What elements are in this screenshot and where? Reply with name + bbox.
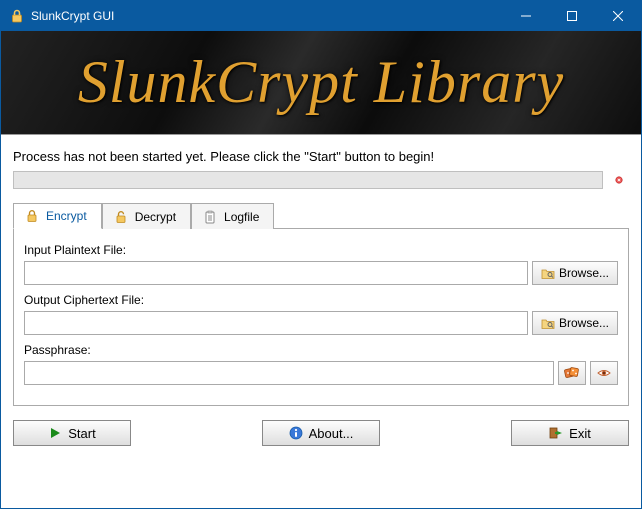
close-window-button[interactable] bbox=[595, 1, 641, 31]
maximize-button[interactable] bbox=[549, 1, 595, 31]
lock-open-icon bbox=[113, 209, 129, 225]
browse-input-label: Browse... bbox=[559, 266, 609, 280]
folder-search-icon bbox=[541, 316, 555, 330]
about-label: About... bbox=[309, 426, 354, 441]
output-file-field[interactable] bbox=[24, 311, 528, 335]
tab-decrypt-label: Decrypt bbox=[135, 210, 176, 224]
eye-icon bbox=[596, 365, 612, 381]
tab-logfile[interactable]: Logfile bbox=[191, 203, 274, 229]
random-passphrase-button[interactable] bbox=[558, 361, 586, 385]
about-button[interactable]: About... bbox=[262, 420, 380, 446]
exit-icon bbox=[549, 426, 563, 440]
output-file-label: Output Ciphertext File: bbox=[24, 293, 618, 307]
progress-bar bbox=[13, 171, 603, 189]
tab-logfile-label: Logfile bbox=[224, 210, 259, 224]
lock-closed-icon bbox=[24, 208, 40, 224]
browse-input-button[interactable]: Browse... bbox=[532, 261, 618, 285]
start-button[interactable]: Start bbox=[13, 420, 131, 446]
tab-decrypt[interactable]: Decrypt bbox=[102, 203, 191, 229]
tabstrip: Encrypt Decrypt Logfile bbox=[13, 202, 629, 228]
dice-icon bbox=[564, 365, 580, 381]
exit-label: Exit bbox=[569, 426, 591, 441]
abort-button[interactable] bbox=[609, 170, 629, 190]
folder-search-icon bbox=[541, 266, 555, 280]
logfile-icon bbox=[202, 209, 218, 225]
window-title: SlunkCrypt GUI bbox=[31, 9, 503, 23]
banner-text: SlunkCrypt Library bbox=[78, 48, 564, 117]
footer: Start About... Exit bbox=[1, 406, 641, 458]
info-icon bbox=[289, 426, 303, 440]
browse-output-button[interactable]: Browse... bbox=[532, 311, 618, 335]
banner: SlunkCrypt Library bbox=[1, 31, 641, 135]
app-icon-lock bbox=[9, 8, 25, 24]
encrypt-panel: Input Plaintext File: Browse... Output C… bbox=[13, 228, 629, 406]
tab-encrypt-label: Encrypt bbox=[46, 209, 87, 223]
start-label: Start bbox=[68, 426, 95, 441]
input-file-label: Input Plaintext File: bbox=[24, 243, 618, 257]
titlebar: SlunkCrypt GUI bbox=[1, 1, 641, 31]
passphrase-label: Passphrase: bbox=[24, 343, 618, 357]
show-passphrase-button[interactable] bbox=[590, 361, 618, 385]
play-icon bbox=[48, 426, 62, 440]
status-message: Process has not been started yet. Please… bbox=[13, 149, 629, 164]
browse-output-label: Browse... bbox=[559, 316, 609, 330]
exit-button[interactable]: Exit bbox=[511, 420, 629, 446]
tab-encrypt[interactable]: Encrypt bbox=[13, 203, 102, 229]
minimize-button[interactable] bbox=[503, 1, 549, 31]
input-file-field[interactable] bbox=[24, 261, 528, 285]
passphrase-field[interactable] bbox=[24, 361, 554, 385]
